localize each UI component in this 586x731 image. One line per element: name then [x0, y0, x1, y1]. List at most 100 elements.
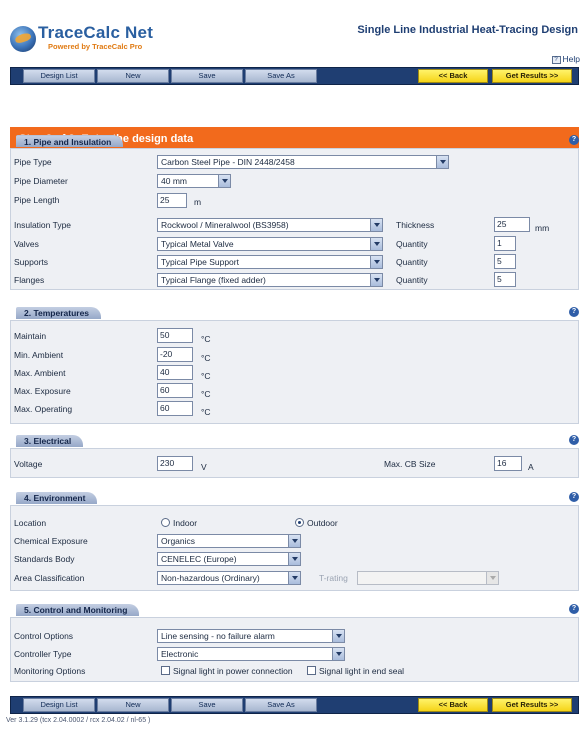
help-icon: ? [551, 55, 561, 64]
new-button[interactable]: New [97, 698, 169, 712]
save-button[interactable]: Save [171, 69, 243, 83]
min-ambient-input[interactable]: -20 [157, 347, 193, 362]
logo-subtitle: Powered by TraceCalc Pro [48, 42, 143, 51]
max-exposure-input[interactable]: 60 [157, 383, 193, 398]
location-label: Location [14, 518, 47, 528]
max-operating-input[interactable]: 60 [157, 401, 193, 416]
design-list-button[interactable]: Design List [23, 69, 95, 83]
area-classification-select[interactable]: Non-hazardous (Ordinary) [157, 571, 301, 585]
flanges-select[interactable]: Typical Flange (fixed adder) [157, 273, 383, 287]
voltage-input[interactable]: 230 [157, 456, 193, 471]
design-list-button[interactable]: Design List [23, 698, 95, 712]
electrical-section-header: 3. Electrical ? [10, 434, 579, 448]
outdoor-radio[interactable] [295, 518, 304, 527]
maintain-input[interactable]: 50 [157, 328, 193, 343]
insulation-type-label: Insulation Type [14, 220, 72, 230]
chevron-down-icon [370, 274, 382, 286]
save-as-button[interactable]: Save As [245, 698, 317, 712]
voltage-unit: V [201, 462, 207, 472]
temps-help-icon[interactable]: ? [569, 307, 579, 317]
control-options-label: Control Options [14, 631, 74, 641]
pipe-length-input[interactable]: 25 [157, 193, 187, 208]
valves-label: Valves [14, 239, 39, 249]
get-results-button[interactable]: Get Results >> [492, 698, 572, 712]
top-button-bar: Design List New Save Save As << Back Get… [10, 67, 579, 85]
chemical-exposure-select[interactable]: Organics [157, 534, 301, 548]
control-section-title: 5. Control and Monitoring [16, 604, 140, 616]
chevron-down-icon [370, 219, 382, 231]
max-ambient-input[interactable]: 40 [157, 365, 193, 380]
max-cb-size-label: Max. CB Size [384, 459, 436, 469]
supports-label: Supports [14, 257, 49, 267]
get-results-button[interactable]: Get Results >> [492, 69, 572, 83]
flanges-quantity-input[interactable]: 5 [494, 272, 516, 287]
max-cb-size-unit: A [528, 462, 534, 472]
electrical-section-title: 3. Electrical [16, 435, 84, 447]
environment-section-title: 4. Environment [16, 492, 98, 504]
max-cb-size-input[interactable]: 16 [494, 456, 522, 471]
standards-body-label: Standards Body [14, 554, 75, 564]
area-classification-label: Area Classification [14, 573, 85, 583]
back-button[interactable]: << Back [418, 69, 488, 83]
pipe-diameter-label: Pipe Diameter [14, 176, 68, 186]
flanges-value: Typical Flange (fixed adder) [161, 275, 266, 285]
indoor-radio[interactable] [161, 518, 170, 527]
save-as-button[interactable]: Save As [245, 69, 317, 83]
help-link[interactable]: ? Help [551, 54, 580, 64]
standards-body-select[interactable]: CENELEC (Europe) [157, 552, 301, 566]
pipe-diameter-select[interactable]: 40 mm [157, 174, 231, 188]
pipe-diameter-value: 40 mm [161, 176, 187, 186]
chevron-down-icon [288, 535, 300, 547]
valves-quantity-input[interactable]: 1 [494, 236, 516, 251]
area-classification-value: Non-hazardous (Ordinary) [161, 573, 260, 583]
t-rating-select[interactable] [357, 571, 499, 585]
insulation-type-select[interactable]: Rockwool / Mineralwool (BS3958) [157, 218, 383, 232]
environment-help-icon[interactable]: ? [569, 492, 579, 502]
supports-value: Typical Pipe Support [161, 257, 239, 267]
signal-light-end-seal-label: Signal light in end seal [319, 666, 405, 676]
thickness-unit: mm [535, 223, 550, 233]
maintain-unit: °C [201, 334, 211, 344]
supports-quantity-input[interactable]: 5 [494, 254, 516, 269]
signal-light-power-checkbox[interactable] [161, 666, 170, 675]
temps-section-body: Maintain 50 °C Min. Ambient -20 °C Max. … [10, 320, 579, 424]
bottom-button-bar: Design List New Save Save As << Back Get… [10, 696, 579, 714]
environment-section-header: 4. Environment ? [10, 491, 579, 505]
max-operating-unit: °C [201, 407, 211, 417]
max-operating-label: Max. Operating [14, 404, 73, 414]
control-options-select[interactable]: Line sensing - no failure alarm [157, 629, 345, 643]
control-options-value: Line sensing - no failure alarm [161, 631, 275, 641]
flanges-label: Flanges [14, 275, 45, 285]
signal-light-end-seal-checkbox[interactable] [307, 666, 316, 675]
min-ambient-label: Min. Ambient [14, 350, 64, 360]
valves-quantity-label: Quantity [396, 239, 428, 249]
control-help-icon[interactable]: ? [569, 604, 579, 614]
help-label: Help [562, 54, 580, 64]
pipe-help-icon[interactable]: ? [569, 135, 579, 145]
chevron-down-icon [332, 648, 344, 660]
save-button[interactable]: Save [171, 698, 243, 712]
supports-quantity-label: Quantity [396, 257, 428, 267]
thickness-input[interactable]: 25 [494, 217, 530, 232]
pipe-type-label: Pipe Type [14, 157, 52, 167]
pipe-type-select[interactable]: Carbon Steel Pipe - DIN 2448/2458 [157, 155, 449, 169]
back-button[interactable]: << Back [418, 698, 488, 712]
standards-body-value: CENELEC (Europe) [161, 554, 237, 564]
new-button[interactable]: New [97, 69, 169, 83]
controller-type-value: Electronic [161, 649, 199, 659]
tracecalc-logo-icon [10, 26, 36, 52]
indoor-label: Indoor [173, 518, 198, 528]
pipe-section-header: 1. Pipe and Insulation ? [10, 134, 579, 148]
chemical-exposure-label: Chemical Exposure [14, 536, 88, 546]
pipe-section-title: 1. Pipe and Insulation [16, 135, 124, 147]
electrical-help-icon[interactable]: ? [569, 435, 579, 445]
valves-select[interactable]: Typical Metal Valve [157, 237, 383, 251]
pipe-length-label: Pipe Length [14, 195, 60, 205]
chemical-exposure-value: Organics [161, 536, 196, 546]
electrical-section-body: Voltage 230 V Max. CB Size 16 A [10, 448, 579, 478]
monitoring-options-label: Monitoring Options [14, 666, 86, 676]
supports-select[interactable]: Typical Pipe Support [157, 255, 383, 269]
version-text: Ver 3.1.29 (tcx 2.04.0002 / rcx 2.04.02 … [6, 717, 151, 724]
maintain-label: Maintain [14, 331, 47, 341]
controller-type-select[interactable]: Electronic [157, 647, 345, 661]
